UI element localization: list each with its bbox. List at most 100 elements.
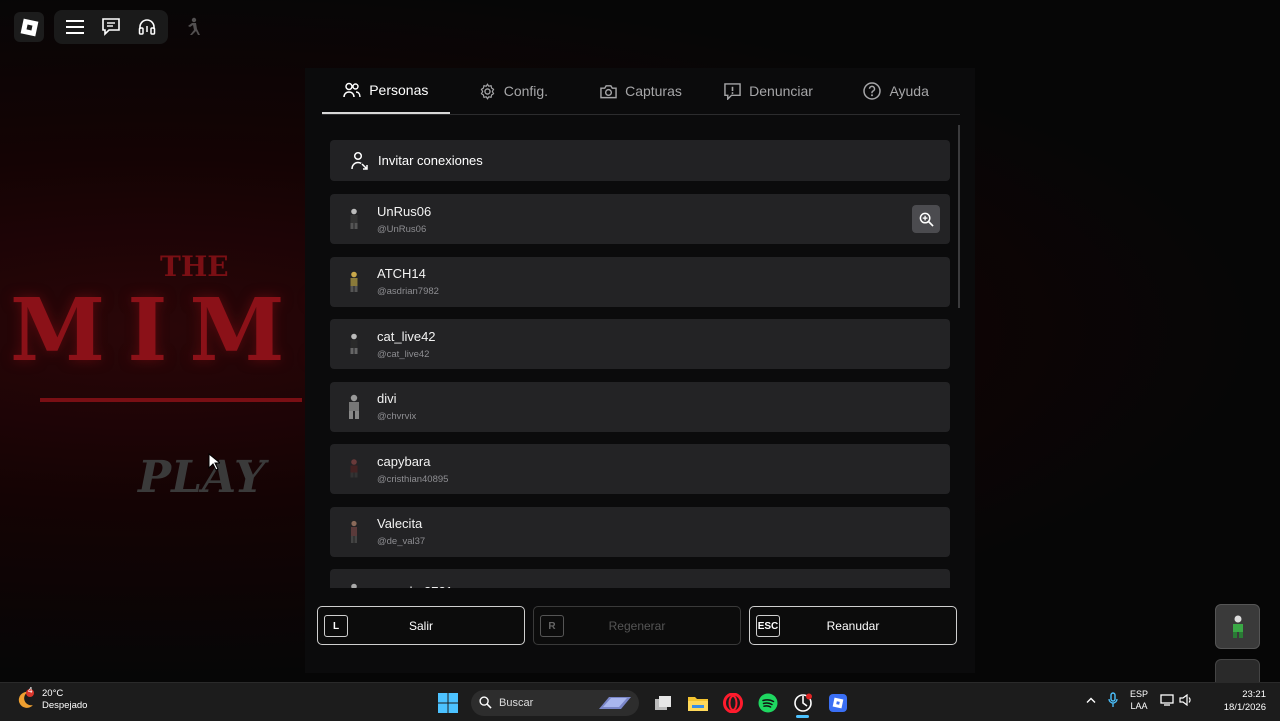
windows-logo-icon xyxy=(437,692,458,713)
avatar xyxy=(343,204,365,234)
emote-wheel-button[interactable] xyxy=(1215,604,1260,649)
scrollbar[interactable] xyxy=(958,125,960,308)
leave-button[interactable]: L Salir xyxy=(317,606,525,645)
network-icon xyxy=(1160,694,1174,706)
running-figure-icon xyxy=(188,17,200,35)
player-row[interactable]: divi @chvrvix xyxy=(330,381,950,432)
game-menu-panel: Personas Config. Capturas Denunciar Ayud… xyxy=(305,68,975,673)
player-row[interactable]: Valecita @de_val37 xyxy=(330,506,950,557)
leave-label: Salir xyxy=(408,618,433,633)
tab-ayuda[interactable]: Ayuda xyxy=(832,68,960,114)
tab-label: Ayuda xyxy=(889,83,929,99)
tab-label: Capturas xyxy=(625,83,682,99)
display-name: capybara xyxy=(377,453,431,469)
player-names: ATCH14 @asdrian7982 xyxy=(377,266,439,297)
roblox-player-button[interactable] xyxy=(822,687,853,718)
folder-icon xyxy=(687,696,708,711)
status-icons[interactable] xyxy=(1160,694,1193,706)
people-list: Invitar conexiones UnRus06 @UnRus06 ATCH… xyxy=(330,140,950,588)
clock[interactable]: 23:21 18/1/2026 xyxy=(1218,688,1266,714)
mouse-cursor-icon xyxy=(208,453,220,471)
respawn-button[interactable]: R Regenerar xyxy=(533,606,741,645)
chevron-up-icon[interactable] xyxy=(1086,696,1096,704)
play-label: PLAY xyxy=(138,452,266,503)
player-names: divi @chvrvix xyxy=(377,391,416,422)
avatar-figure-icon xyxy=(351,583,357,588)
player-names: capybara @cristhian40895 xyxy=(377,454,448,485)
volume-icon xyxy=(1179,694,1191,706)
player-names: cat_live42 @cat_live42 xyxy=(377,329,436,360)
roblox-menu-button[interactable] xyxy=(14,12,44,42)
help-icon xyxy=(863,82,882,100)
opera-icon xyxy=(722,692,743,713)
player-row[interactable]: ATCH14 @asdrian7982 xyxy=(330,256,950,307)
invite-label: Invitar conexiones xyxy=(378,153,483,168)
file-explorer-button[interactable] xyxy=(682,687,713,718)
weather-text: 20°C Despejado xyxy=(42,688,87,712)
title-underline xyxy=(40,398,302,402)
hamburger-menu-button[interactable] xyxy=(60,12,90,42)
microphone-icon[interactable] xyxy=(1108,692,1118,708)
search-icon xyxy=(479,696,492,709)
spotify-button[interactable] xyxy=(752,687,783,718)
search-highlight-icon xyxy=(599,696,631,709)
avatar-figure-icon xyxy=(350,333,358,354)
task-view-button[interactable] xyxy=(647,687,678,718)
avatar xyxy=(343,517,365,547)
key-hint: ESC xyxy=(756,615,780,637)
lang-line1: ESP xyxy=(1130,689,1149,699)
key-hint: R xyxy=(540,615,564,637)
player-row[interactable]: evandro3721 xyxy=(330,569,950,588)
weather-badge: 4 xyxy=(28,686,33,695)
chat-button[interactable] xyxy=(96,12,126,42)
search-placeholder: Buscar xyxy=(499,696,534,709)
tab-config[interactable]: Config. xyxy=(450,68,578,114)
windows-taskbar: 4 20°C Despejado Buscar ESP LAA 23:21 18… xyxy=(0,682,1280,721)
opera-button[interactable] xyxy=(717,687,748,718)
tab-label: Denunciar xyxy=(749,83,813,99)
taskbar-search[interactable]: Buscar xyxy=(471,689,639,716)
player-row[interactable]: capybara @cristhian40895 xyxy=(330,444,950,494)
date: 18/1/2026 xyxy=(1223,702,1266,713)
display-name: ATCH14 xyxy=(377,266,426,281)
weather-desc: Despejado xyxy=(42,700,88,711)
avatar xyxy=(343,329,365,359)
secondary-side-button[interactable] xyxy=(1215,659,1260,683)
avatar xyxy=(343,454,365,484)
roblox-studio-button[interactable] xyxy=(787,687,818,718)
inspect-button[interactable] xyxy=(912,205,940,233)
player-row[interactable]: cat_live42 @cat_live42 xyxy=(330,319,950,369)
character-icon xyxy=(1232,615,1243,638)
tab-denunciar[interactable]: Denunciar xyxy=(705,68,833,114)
report-icon xyxy=(724,82,741,100)
username: @UnRus06 xyxy=(377,223,427,235)
time: 23:21 xyxy=(1242,689,1266,700)
invite-connections-button[interactable]: Invitar conexiones xyxy=(330,140,950,181)
voice-chat-button[interactable] xyxy=(132,12,162,42)
active-indicator xyxy=(796,715,809,718)
top-bar xyxy=(14,10,208,44)
username: @asdrian7982 xyxy=(377,286,439,297)
language-indicator[interactable]: ESP LAA xyxy=(1130,688,1148,712)
tab-label: Config. xyxy=(503,83,549,99)
zoom-in-icon xyxy=(919,212,934,227)
respawn-label: Regenerar xyxy=(608,618,666,633)
tab-personas[interactable]: Personas xyxy=(322,68,450,114)
player-row[interactable]: UnRus06 @UnRus06 xyxy=(330,194,950,244)
avatar-figure-icon xyxy=(350,208,358,229)
people-icon xyxy=(343,82,361,98)
display-name: UnRus06 xyxy=(377,203,432,219)
start-button[interactable] xyxy=(432,687,463,718)
emote-button[interactable] xyxy=(178,12,208,42)
tab-capturas[interactable]: Capturas xyxy=(577,68,705,114)
menu-actions: L Salir R Regenerar ESC Reanudar xyxy=(317,606,957,645)
resume-button[interactable]: ESC Reanudar xyxy=(749,606,957,645)
weather-widget[interactable]: 4 20°C Despejado xyxy=(14,686,87,712)
roblox-app-icon xyxy=(793,693,812,712)
add-person-icon xyxy=(351,151,368,170)
avatar xyxy=(343,267,365,297)
camera-icon xyxy=(600,84,617,98)
gear-icon xyxy=(480,82,495,100)
avatar xyxy=(343,392,365,422)
avatar xyxy=(343,579,365,588)
